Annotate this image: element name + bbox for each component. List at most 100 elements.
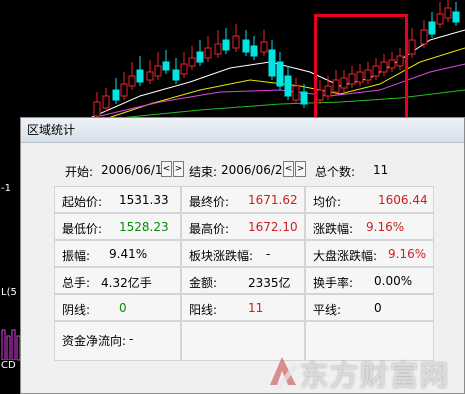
stat-volume: 总手: 4.32亿手 bbox=[54, 267, 181, 294]
stat-low-value: 1528.23 bbox=[119, 220, 169, 234]
stat-avg-value: 1606.44 bbox=[378, 193, 428, 207]
end-label: 结束: bbox=[189, 165, 218, 179]
stat-close-value: 1671.62 bbox=[248, 193, 298, 207]
stat-amplitude-label: 振幅: bbox=[62, 249, 91, 263]
chart-axis-label-3: CD bbox=[0, 360, 17, 372]
candle-body bbox=[292, 85, 300, 101]
start-date-value: 2006/06/15 bbox=[101, 163, 171, 177]
candle-body bbox=[444, 7, 452, 19]
stat-turnover-value: 0.00% bbox=[374, 274, 413, 288]
candle-body bbox=[128, 75, 136, 87]
candle-body bbox=[214, 43, 222, 55]
candle-body bbox=[154, 65, 162, 77]
candle-body bbox=[188, 57, 196, 67]
stat-market-value: 9.16% bbox=[388, 247, 427, 261]
end-prev-button[interactable]: < bbox=[283, 161, 294, 177]
stat-sector-value: - bbox=[266, 247, 271, 261]
stat-flat-candles: 平线: 0 bbox=[305, 294, 434, 321]
watermark-text: 东方财富网 bbox=[300, 359, 451, 392]
stat-low: 最低价: 1528.23 bbox=[54, 213, 181, 240]
candle-body bbox=[146, 71, 154, 81]
stat-volume-label: 总手: bbox=[62, 276, 91, 290]
candle-body bbox=[136, 69, 144, 83]
start-label: 开始: bbox=[65, 165, 94, 179]
stat-close: 最终价: 1671.62 bbox=[181, 186, 305, 213]
stat-netflow-value: - bbox=[129, 332, 134, 346]
stat-avg: 均价: 1606.44 bbox=[305, 186, 434, 213]
stat-down-label: 阴线: bbox=[62, 303, 91, 317]
volume-bar bbox=[1, 329, 6, 361]
start-prev-button[interactable]: < bbox=[161, 161, 172, 177]
eastmoney-logo-icon bbox=[270, 357, 298, 389]
stat-high-value: 1672.10 bbox=[248, 220, 298, 234]
stat-open-label: 起始价: bbox=[62, 195, 103, 209]
candle-body bbox=[268, 49, 276, 77]
candle-body bbox=[162, 61, 170, 71]
candle-body bbox=[242, 39, 250, 53]
stat-turnover: 换手率: 0.00% bbox=[305, 267, 434, 294]
count-label: 总个数: bbox=[315, 165, 356, 179]
eastmoney-watermark: 东方财富网 bbox=[264, 350, 465, 394]
volume-bar bbox=[6, 335, 11, 361]
candle-body bbox=[250, 45, 258, 57]
stat-change: 涨跌幅: 9.16% bbox=[305, 213, 434, 240]
candle-body bbox=[172, 69, 180, 81]
end-next-button[interactable]: > bbox=[295, 161, 306, 177]
candle-body bbox=[300, 91, 308, 105]
stat-market: 大盘涨跌幅: 9.16% bbox=[305, 240, 434, 267]
stat-amplitude: 振幅: 9.41% bbox=[54, 240, 181, 267]
candle-body bbox=[276, 61, 284, 87]
candle-body bbox=[452, 11, 460, 23]
stat-change-label: 涨跌幅: bbox=[313, 222, 354, 236]
stat-sector: 板块涨跌幅: - bbox=[181, 240, 305, 267]
stat-down-candles: 阴线: 0 bbox=[54, 294, 181, 321]
candle-body bbox=[436, 13, 444, 25]
stat-open-value: 1531.33 bbox=[119, 193, 169, 207]
start-next-button[interactable]: > bbox=[173, 161, 184, 177]
stat-amount: 金额: 2335亿 bbox=[181, 267, 305, 294]
stat-avg-label: 均价: bbox=[313, 195, 342, 209]
stat-netflow: 资金净流向: - bbox=[54, 321, 181, 361]
candle-body bbox=[408, 39, 416, 55]
stat-market-label: 大盘涨跌幅: bbox=[313, 249, 378, 263]
date-range-row: 开始: 2006/06/15 < > 结束: 2006/06/29 < > 总个… bbox=[21, 161, 464, 181]
stat-flat-value: 0 bbox=[374, 301, 382, 315]
candle-body bbox=[222, 39, 230, 51]
chart-axis-label-2: L(5 bbox=[0, 287, 18, 299]
candle-body bbox=[120, 83, 128, 97]
candle-body bbox=[420, 29, 428, 45]
stat-netflow-label: 资金净流向: bbox=[62, 334, 127, 348]
stat-sector-label: 板块涨跌幅: bbox=[189, 249, 254, 263]
candle-body bbox=[260, 41, 268, 53]
stat-high-label: 最高价: bbox=[189, 222, 230, 236]
candle-body bbox=[102, 95, 110, 109]
stat-close-label: 最终价: bbox=[189, 195, 230, 209]
candle-body bbox=[112, 89, 120, 101]
candle-body bbox=[428, 21, 436, 35]
stat-up-value: 11 bbox=[248, 301, 264, 315]
candle-body bbox=[232, 35, 240, 49]
stat-volume-value: 4.32亿手 bbox=[101, 276, 152, 290]
volume-bar bbox=[11, 329, 16, 361]
stat-high: 最高价: 1672.10 bbox=[181, 213, 305, 240]
stat-up-candles: 阳线: 11 bbox=[181, 294, 305, 321]
candle-body bbox=[284, 75, 292, 97]
candle-body bbox=[204, 47, 212, 59]
stat-amount-label: 金额: bbox=[189, 276, 218, 290]
candle-body bbox=[196, 51, 204, 63]
selection-highlight-box bbox=[314, 14, 408, 120]
end-date-value: 2006/06/29 bbox=[221, 163, 291, 177]
stat-amplitude-value: 9.41% bbox=[109, 247, 148, 261]
candle-body bbox=[180, 63, 188, 75]
stat-open: 起始价: 1531.33 bbox=[54, 186, 181, 213]
stat-change-value: 9.16% bbox=[366, 220, 405, 234]
stat-amount-value: 2335亿 bbox=[248, 276, 291, 290]
candle-body bbox=[93, 101, 101, 117]
stat-low-label: 最低价: bbox=[62, 222, 103, 236]
chart-axis-label-1: -1 bbox=[0, 183, 12, 195]
count-value: 11 bbox=[373, 163, 389, 177]
stat-turnover-label: 换手率: bbox=[313, 276, 354, 290]
dialog-title: 区域统计 bbox=[21, 118, 464, 143]
stat-flat-label: 平线: bbox=[313, 303, 342, 317]
stat-up-label: 阳线: bbox=[189, 303, 218, 317]
